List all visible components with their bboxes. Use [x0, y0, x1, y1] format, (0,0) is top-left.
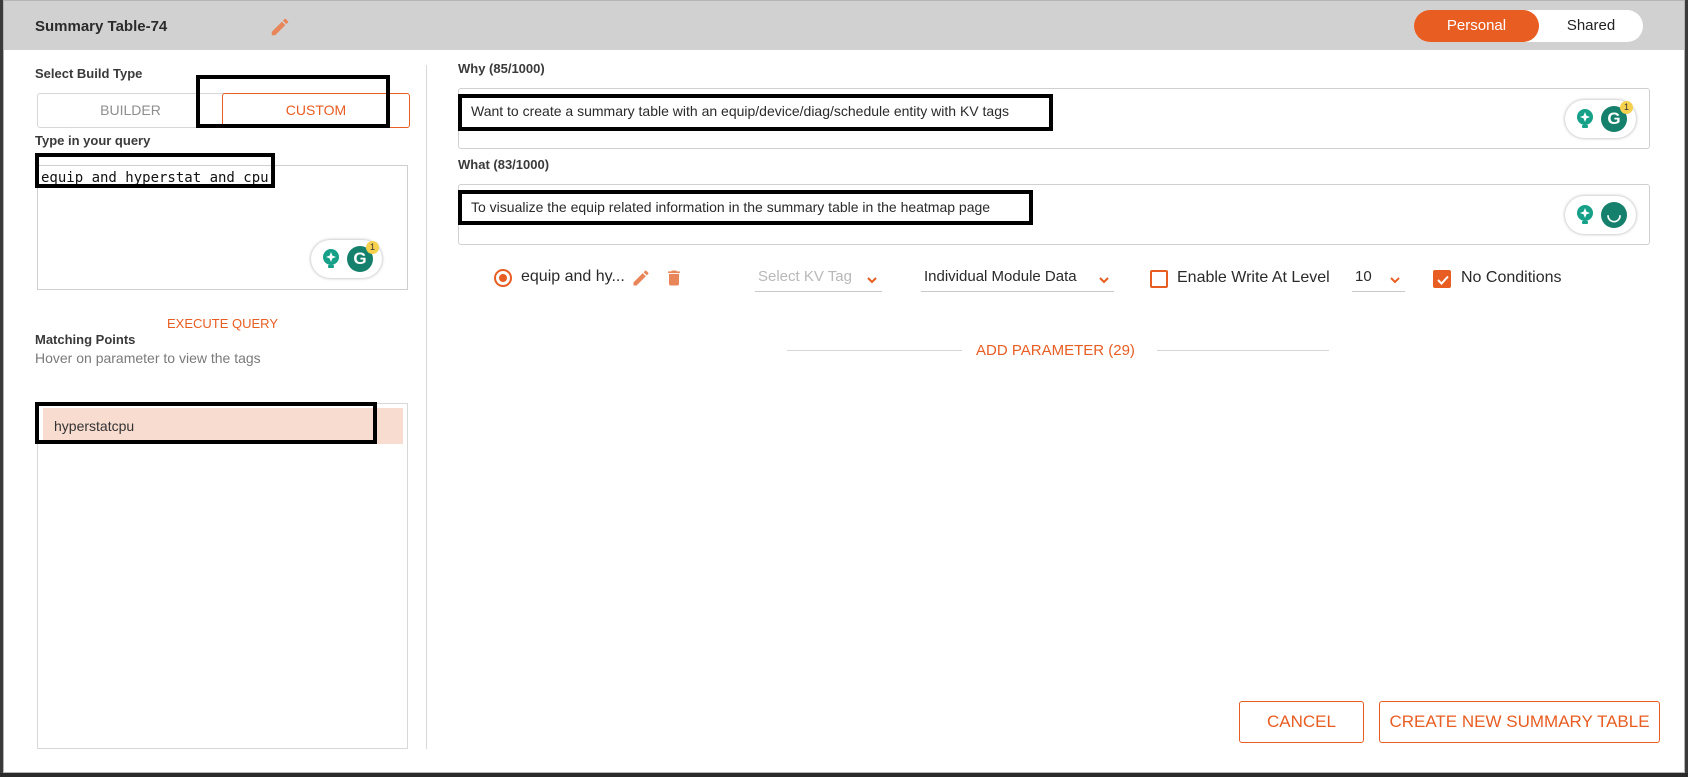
trash-icon[interactable]: [664, 268, 684, 288]
enable-write-checkbox[interactable]: [1150, 270, 1168, 288]
what-highlight-box: [458, 190, 1033, 225]
panel-divider: [426, 65, 427, 749]
divider: [1157, 350, 1329, 351]
no-conditions-checkbox[interactable]: [1433, 270, 1451, 288]
modal-header: Summary Table-74 Personal Shared: [4, 1, 1684, 50]
chevron-down-icon: [867, 277, 877, 284]
matching-points-list: hyperstatcpu: [37, 403, 408, 749]
matching-points-hint: Hover on parameter to view the tags: [35, 350, 261, 366]
what-label: What (83/1000): [458, 157, 550, 172]
custom-highlight-box: [196, 75, 390, 128]
level-value: 10: [1355, 268, 1372, 285]
chevron-down-icon: [1390, 277, 1400, 284]
checkmark-icon: [1437, 275, 1449, 285]
divider: [787, 350, 962, 351]
data-type-value: Individual Module Data: [924, 268, 1077, 285]
kv-tag-placeholder: Select KV Tag: [758, 268, 852, 285]
page-title: Summary Table-74: [35, 18, 168, 35]
lightbulb-icon: [1577, 109, 1593, 128]
grammarly-widget[interactable]: G 1: [1565, 100, 1636, 138]
chevron-down-icon: [1099, 277, 1109, 284]
grammarly-loading-icon: ◡: [1601, 202, 1627, 228]
cancel-button[interactable]: CANCEL: [1239, 701, 1364, 743]
grammarly-badge: 1: [1620, 101, 1633, 114]
grammarly-widget[interactable]: G 1: [311, 240, 382, 278]
edit-pencil-icon[interactable]: [269, 16, 291, 38]
personal-shared-toggle: Personal Shared: [1414, 10, 1643, 42]
why-highlight-box: [458, 94, 1053, 131]
toggle-personal[interactable]: Personal: [1414, 10, 1539, 42]
grammarly-widget[interactable]: ◡: [1565, 196, 1636, 234]
create-summary-table-button[interactable]: CREATE NEW SUMMARY TABLE: [1379, 701, 1660, 743]
why-label: Why (85/1000): [458, 61, 545, 76]
lightbulb-icon: [323, 249, 339, 268]
no-conditions-label: No Conditions: [1461, 269, 1562, 286]
toggle-shared[interactable]: Shared: [1539, 10, 1643, 42]
execute-query-button[interactable]: EXECUTE QUERY: [167, 316, 278, 331]
matching-points-label: Matching Points: [35, 332, 136, 347]
background-strip: [0, 773, 1688, 777]
edit-pencil-icon[interactable]: [631, 268, 651, 288]
build-type-label: Select Build Type: [35, 66, 143, 81]
lightbulb-icon: [1577, 205, 1593, 224]
query-highlight-box: [35, 153, 275, 188]
param-radio[interactable]: [494, 269, 512, 287]
enable-write-label: Enable Write At Level: [1177, 269, 1330, 286]
point-highlight-box: [35, 402, 377, 444]
grammarly-badge: 1: [366, 241, 379, 254]
summary-table-modal: Summary Table-74 Personal Shared Select …: [3, 0, 1685, 773]
param-name: equip and hy...: [521, 268, 625, 285]
kv-tag-select[interactable]: Select KV Tag: [755, 266, 882, 292]
data-type-select[interactable]: Individual Module Data: [921, 266, 1114, 292]
level-select[interactable]: 10: [1352, 266, 1405, 292]
query-label: Type in your query: [35, 133, 151, 148]
add-parameter-button[interactable]: ADD PARAMETER (29): [976, 342, 1135, 359]
